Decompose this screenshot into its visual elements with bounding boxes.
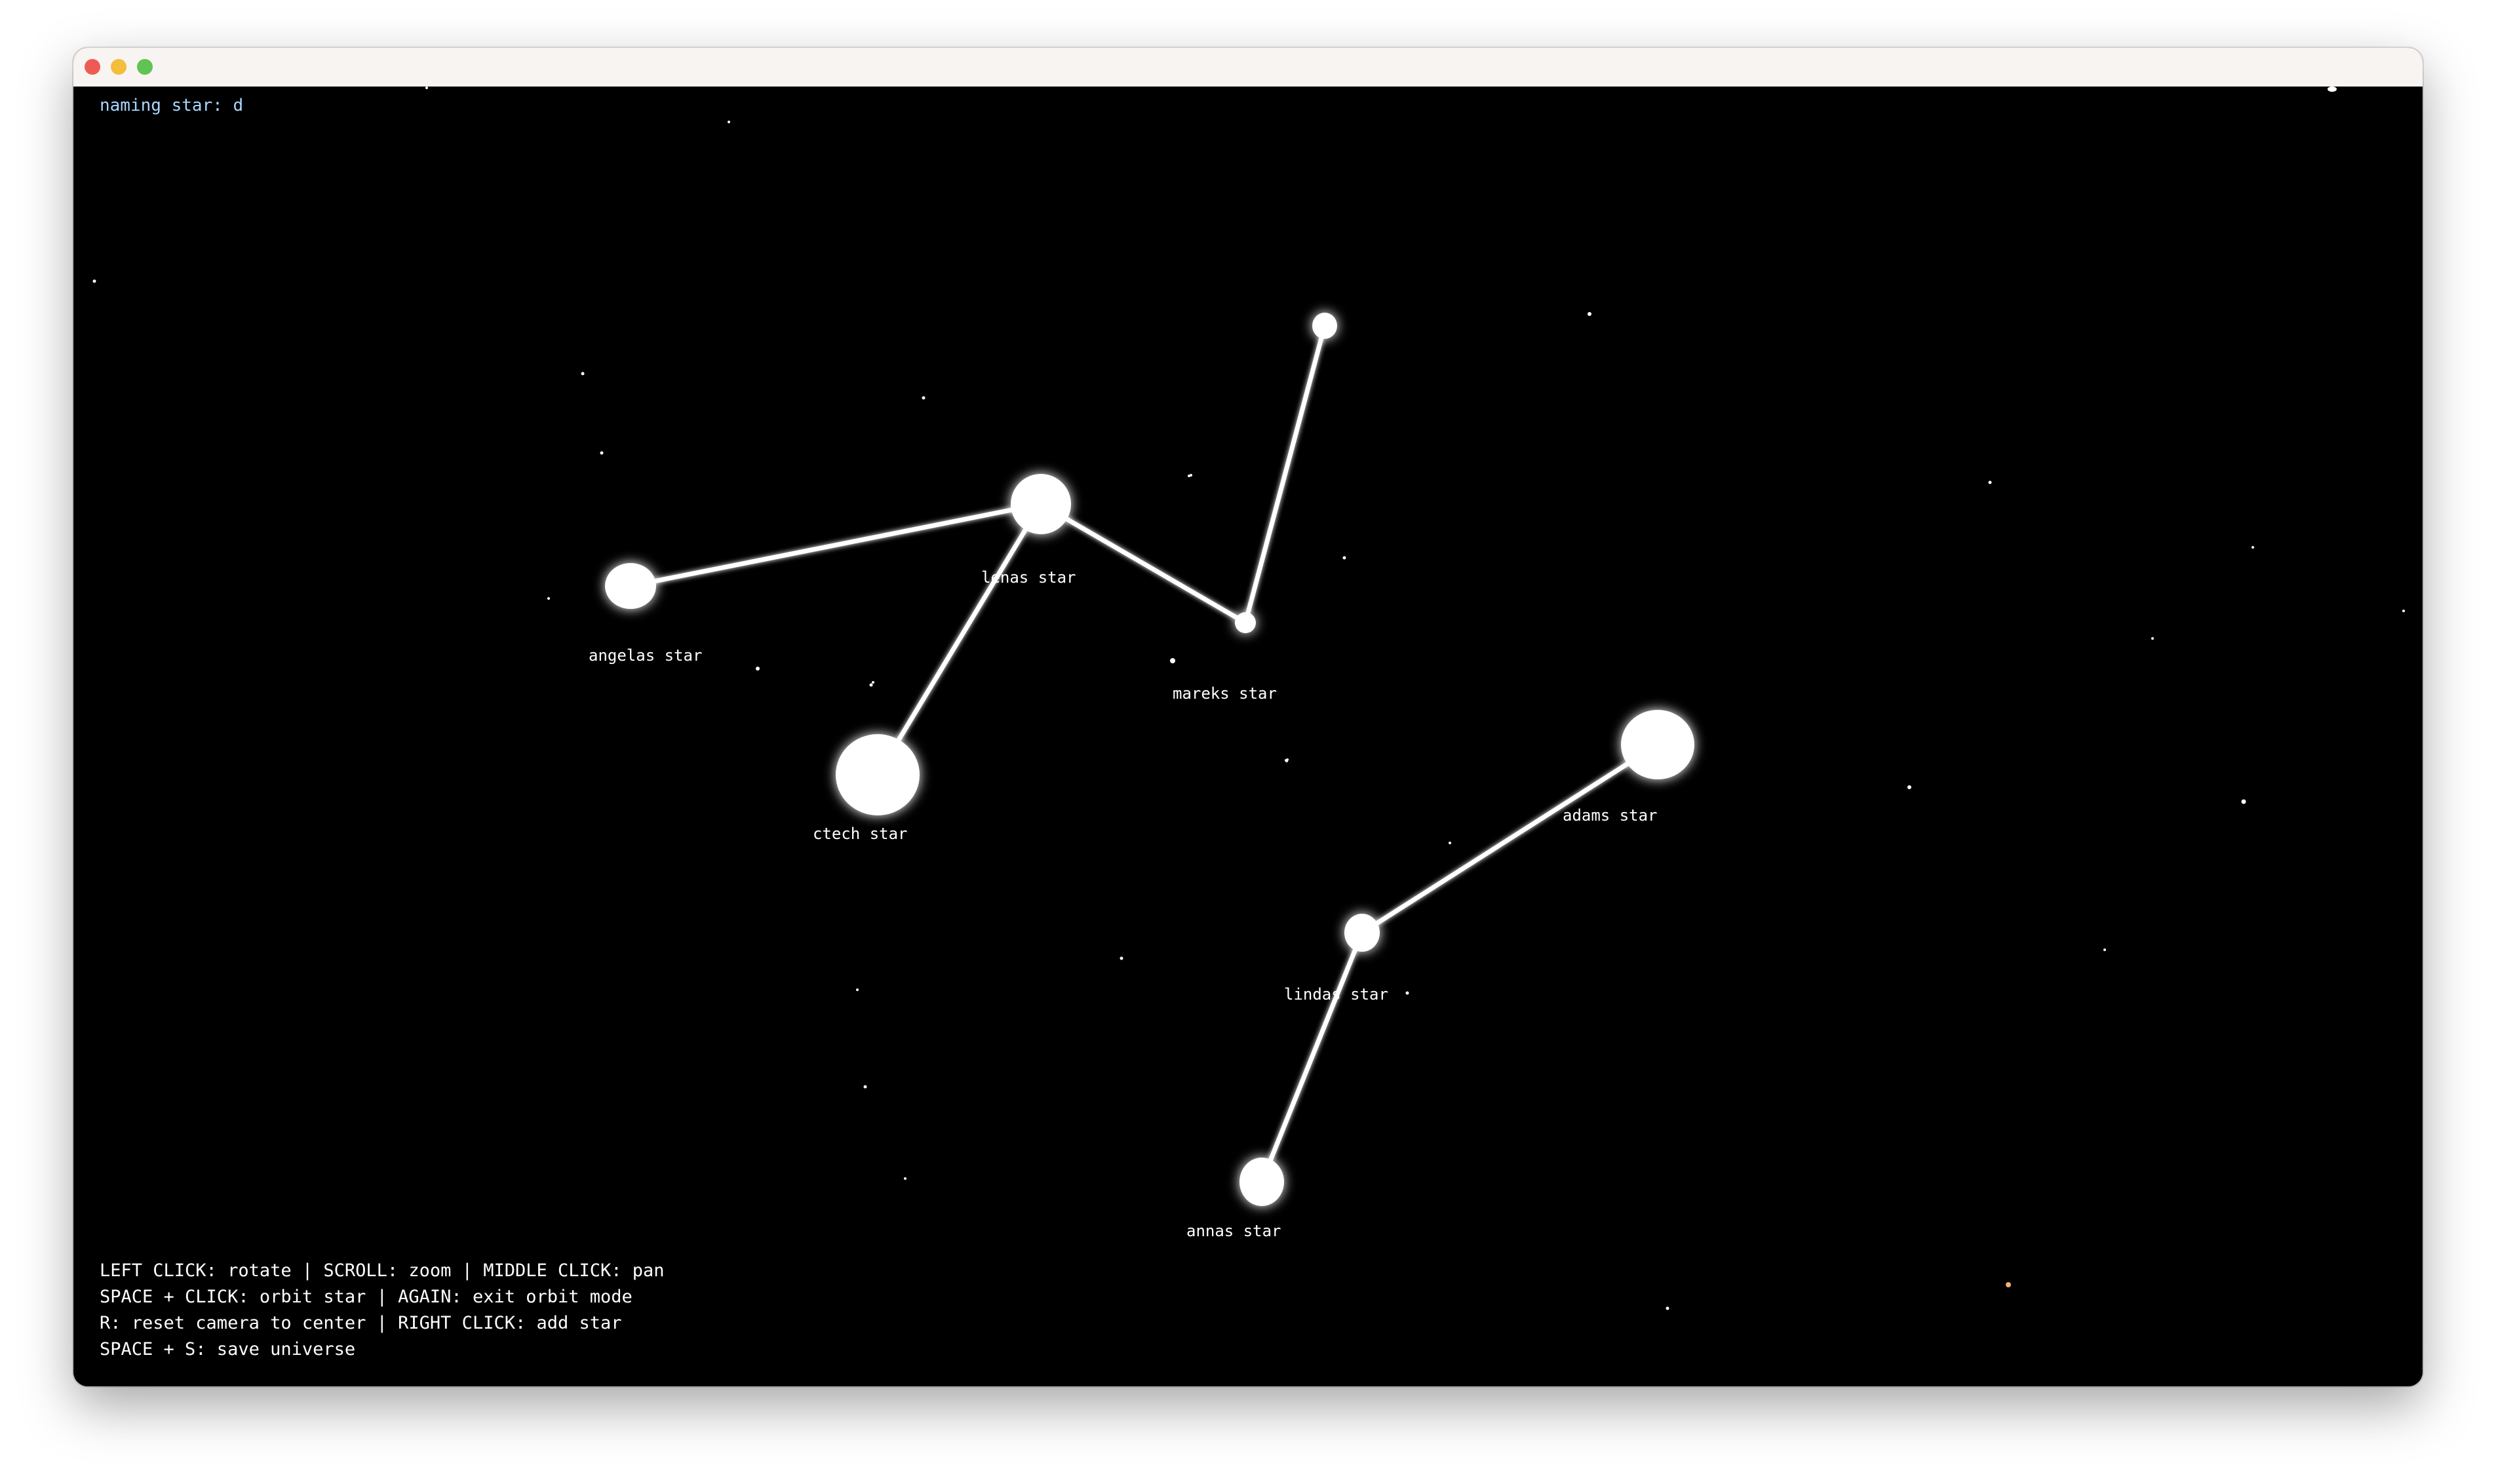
star-label-adams: adams star (1563, 806, 1658, 825)
controls-help: LEFT CLICK: rotate | SCROLL: zoom | MIDD… (100, 1258, 665, 1363)
background-star (1988, 480, 1992, 484)
background-star (856, 988, 859, 991)
background-star (1405, 991, 1409, 995)
background-star (1907, 785, 1911, 789)
background-star (92, 279, 96, 283)
help-line: SPACE + S: save universe (100, 1339, 356, 1359)
star-labels: angelas star lenas star ctech star marek… (589, 568, 1658, 1240)
star-ctech[interactable] (836, 734, 920, 815)
background-star (425, 87, 428, 89)
naming-status: naming star: d (100, 96, 244, 115)
background-star (2402, 610, 2405, 612)
background-star (904, 1177, 907, 1180)
constellation-line (628, 501, 1043, 589)
star-label-mareks: mareks star (1173, 684, 1277, 703)
star-angelas[interactable] (605, 563, 656, 609)
constellation-lines (628, 323, 1660, 1184)
background-star (2328, 87, 2337, 92)
star-label-annas: annas star (1186, 1222, 1281, 1240)
star-mareks[interactable] (1235, 612, 1256, 633)
background-star (2103, 948, 2106, 951)
star-unnamed[interactable] (1312, 313, 1337, 339)
background-star (1188, 475, 1190, 477)
help-line: LEFT CLICK: rotate | SCROLL: zoom | MIDD… (100, 1260, 665, 1281)
universe-canvas[interactable]: angelas star lenas star ctech star marek… (73, 87, 2423, 1386)
constellation-line (875, 501, 1043, 777)
constellation-line (1243, 323, 1327, 625)
background-star (600, 451, 604, 455)
background-star (2241, 799, 2246, 804)
background-star (922, 396, 926, 400)
minimize-window-button[interactable] (111, 59, 127, 75)
star-lindas[interactable] (1344, 914, 1380, 952)
background-star (1588, 312, 1591, 316)
close-window-button[interactable] (85, 59, 100, 75)
background-star (872, 681, 874, 684)
background-star (581, 372, 585, 376)
app-window: angelas star lenas star ctech star marek… (73, 48, 2423, 1386)
star-label-angelas: angelas star (589, 646, 702, 665)
star-label-ctech: ctech star (813, 825, 908, 843)
background-star (863, 1085, 867, 1089)
constellation-line (1359, 742, 1660, 935)
background-star (2006, 1282, 2011, 1287)
star-label-lenas: lenas star (981, 568, 1076, 587)
help-line: SPACE + CLICK: orbit star | AGAIN: exit … (100, 1287, 633, 1307)
constellation-line (1038, 501, 1248, 625)
background-star (1666, 1306, 1669, 1310)
star-scene[interactable]: angelas star lenas star ctech star marek… (73, 87, 2423, 1386)
background-star (1170, 658, 1175, 663)
constellation-line (1259, 930, 1365, 1184)
background-star (1120, 956, 1123, 960)
star-annas[interactable] (1239, 1158, 1284, 1206)
background-star (2151, 637, 2154, 640)
background-star (2252, 546, 2254, 549)
help-line: R: reset camera to center | RIGHT CLICK:… (100, 1313, 622, 1333)
background-star (728, 121, 730, 123)
star-lenas[interactable] (1011, 474, 1071, 534)
title-bar (73, 48, 2423, 87)
star-label-lindas: lindas star (1284, 985, 1388, 1004)
background-star (869, 683, 873, 687)
zoom-window-button[interactable] (137, 59, 153, 75)
star-adams[interactable] (1621, 710, 1694, 779)
background-star (756, 667, 760, 671)
stars[interactable] (605, 313, 1694, 1206)
background-star (1285, 760, 1288, 762)
background-star (547, 597, 550, 600)
background-star (1342, 556, 1346, 560)
background-star (1449, 842, 1451, 844)
